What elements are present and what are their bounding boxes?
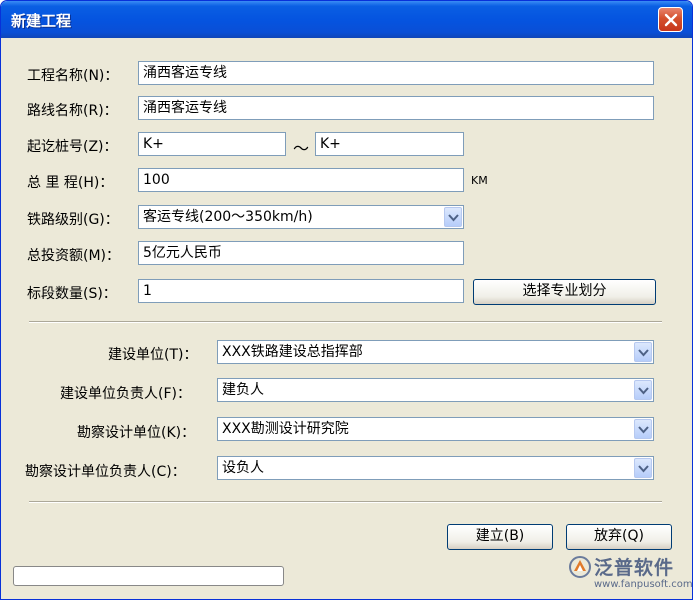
section-count-input[interactable]: 1 — [138, 279, 464, 303]
survey-unit-dropdown-button[interactable] — [634, 419, 652, 439]
project-name-label: 工程名称(N)： — [27, 68, 119, 84]
close-icon — [664, 13, 678, 27]
survey-unit-select[interactable]: XXX勘测设计研究院 — [217, 417, 654, 441]
survey-unit-value: XXX勘测设计研究院 — [222, 421, 349, 437]
construction-unit-dropdown-button[interactable] — [634, 342, 652, 362]
new-project-dialog: 新建工程 工程名称(N)： 涌西客运专线 路线名称(R)： 涌西客运专线 起讫桩… — [0, 0, 693, 600]
brand-logo-icon — [569, 556, 591, 578]
chevron-down-icon — [448, 214, 459, 222]
chevron-down-icon — [638, 426, 649, 434]
chevron-down-icon — [638, 387, 649, 395]
brand-watermark: 泛普软件 www.fanpusoft.com — [566, 551, 692, 595]
survey-lead-value: 设负人 — [222, 460, 264, 476]
chevron-down-icon — [638, 349, 649, 357]
mileage-label: 总 里 程(H)： — [27, 175, 114, 191]
construction-unit-value: XXX铁路建设总指挥部 — [222, 344, 363, 360]
railway-grade-dropdown-button[interactable] — [444, 207, 462, 227]
construction-unit-label: 建设单位(T)： — [108, 347, 198, 363]
abandon-button[interactable]: 放弃(Q) — [566, 524, 672, 550]
separator-bottom — [29, 501, 662, 503]
window-title: 新建工程 — [11, 12, 72, 30]
survey-lead-select[interactable]: 设负人 — [217, 456, 654, 480]
brand-name: 泛普软件 — [594, 557, 675, 579]
start-station-input[interactable]: K+ — [138, 132, 286, 156]
route-name-input[interactable]: 涌西客运专线 — [138, 96, 654, 120]
construction-lead-select[interactable]: 建负人 — [217, 378, 654, 402]
investment-input[interactable]: 5亿元人民币 — [138, 241, 464, 265]
survey-lead-dropdown-button[interactable] — [634, 458, 652, 478]
railway-grade-label: 铁路级别(G)： — [27, 212, 119, 228]
section-count-label: 标段数量(S)： — [27, 286, 117, 302]
construction-lead-value: 建负人 — [222, 382, 264, 398]
chevron-down-icon — [638, 465, 649, 473]
mileage-input[interactable]: 100 — [138, 168, 464, 192]
railway-grade-value: 客运专线(200～350km/h) — [143, 209, 313, 225]
close-button[interactable] — [658, 7, 683, 32]
construction-unit-select[interactable]: XXX铁路建设总指挥部 — [217, 340, 654, 364]
separator-top — [29, 321, 662, 323]
investment-label: 总投资额(M)： — [27, 248, 121, 264]
mileage-unit: KM — [471, 174, 488, 187]
station-separator: ～ — [293, 139, 310, 158]
railway-grade-select[interactable]: 客运专线(200～350km/h) — [138, 205, 464, 229]
create-button[interactable]: 建立(B) — [447, 524, 553, 550]
status-bar — [13, 566, 284, 586]
select-specialty-button[interactable]: 选择专业划分 — [473, 279, 656, 305]
brand-url: www.fanpusoft.com — [594, 579, 693, 590]
survey-lead-label: 勘察设计单位负责人(C)： — [25, 464, 186, 480]
route-name-label: 路线名称(R)： — [27, 103, 118, 119]
construction-lead-dropdown-button[interactable] — [634, 380, 652, 400]
construction-lead-label: 建设单位负责人(F)： — [60, 386, 191, 402]
survey-unit-label: 勘察设计单位(K)： — [77, 425, 196, 441]
end-station-input[interactable]: K+ — [315, 132, 464, 156]
station-label: 起讫桩号(Z)： — [27, 139, 118, 155]
title-bar[interactable]: 新建工程 — [1, 1, 692, 38]
project-name-input[interactable]: 涌西客运专线 — [138, 61, 654, 85]
